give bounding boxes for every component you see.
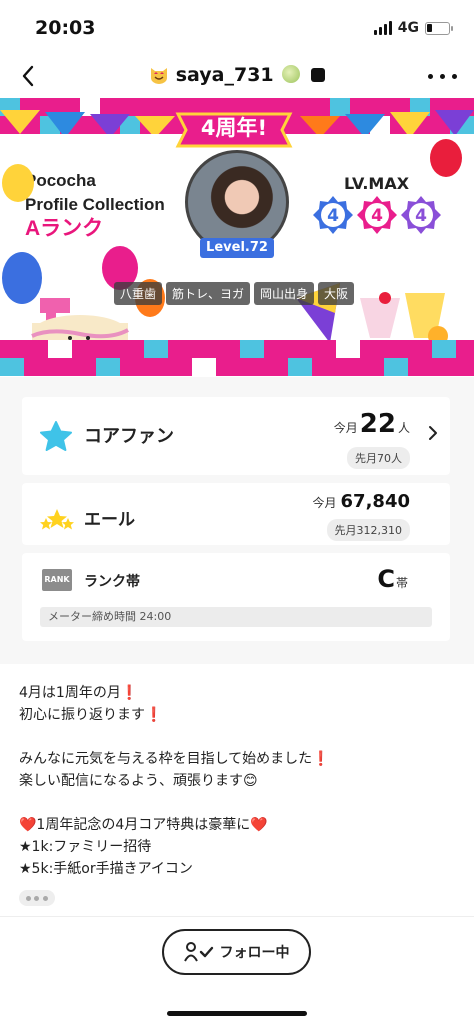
bio-line: ★1k:ファミリー招待 (19, 839, 152, 855)
tag-chip: 大阪 (318, 282, 355, 305)
yell-count: 67,840 (340, 491, 410, 512)
rank-band-label: ランク帯 (84, 574, 140, 590)
stars-icon (40, 509, 74, 530)
star-icon (40, 421, 72, 451)
bio-line: 初心に振り返ります❗️ (19, 707, 163, 723)
core-fan-label: コアファン (84, 426, 174, 447)
chevron-right-icon (429, 426, 437, 440)
status-right: 4G (373, 20, 453, 36)
follow-button[interactable]: フォロー中 (162, 929, 311, 975)
more-dot-icon (439, 73, 445, 79)
tag-list: 八重歯 筋トレ、ヨガ 岡山出身 大阪 (114, 282, 355, 305)
this-month-prefix: 今月 (312, 496, 337, 510)
person-check-icon (183, 942, 213, 962)
dot-icon (43, 895, 49, 901)
more-dot-icon (427, 73, 433, 79)
melon-icon (282, 65, 301, 83)
network-label: 4G (397, 20, 419, 36)
username: saya_731 (175, 64, 274, 86)
rank-band-card: RANK ランク帯 C 帯 メーター締め時間 24:00 (22, 553, 450, 641)
verified-icon (310, 68, 325, 82)
more-dot-icon (451, 73, 457, 79)
bio-line: みんなに元気を与える枠を目指して始めました❗️ (19, 751, 330, 767)
core-fan-card[interactable]: コアファン 今月 22 人 先月70人 (22, 397, 450, 475)
core-fan-count: 22 (359, 409, 396, 439)
last-month-pill: 先月70人 (347, 447, 410, 469)
dot-icon (34, 895, 40, 901)
nav-bar: saya_731 (0, 54, 474, 98)
bio-line: 楽しい配信になるよう、頑張ります😊 (19, 773, 258, 789)
expand-bio-button[interactable] (19, 890, 55, 906)
bio-line: 4月は1周年の月❗️ (19, 685, 139, 701)
stats-section: コアファン 今月 22 人 先月70人 エール 今月 67,840 先月312,… (0, 377, 474, 664)
tag-chip: 八重歯 (114, 282, 163, 305)
balloons-decoration (2, 139, 462, 351)
last-month-pill: 先月312,310 (326, 519, 410, 541)
yell-card: エール 今月 67,840 先月312,310 (22, 483, 450, 545)
more-button[interactable] (424, 64, 460, 88)
core-fan-value: 今月 22 人 (334, 409, 410, 439)
battery-icon (425, 21, 453, 35)
status-time: 20:03 (35, 17, 96, 39)
bio-text: 4月は1周年の月❗️ 初心に振り返ります❗️ みんなに元気を与える枠を目指して始… (19, 682, 459, 880)
profile-banner: 4周年! Pococha Profile Collection Aランク Lev… (0, 98, 474, 376)
meter-bar: メーター締め時間 24:00 (40, 607, 432, 627)
bio-line (19, 792, 459, 814)
bio-line: ❤️1周年記念の4月コア特典は豪華に❤️ (19, 817, 268, 833)
tag-chip: 岡山出身 (254, 282, 315, 305)
bio-line: ★5k:手紙or手描きアイコン (19, 861, 193, 877)
follow-label: フォロー中 (219, 945, 290, 961)
rank-icon: RANK (42, 569, 72, 591)
home-indicator (167, 1011, 307, 1016)
yell-value: 今月 67,840 (313, 491, 410, 512)
cat-face-icon (151, 68, 168, 84)
banner-bottom-strip (0, 340, 474, 376)
rank-suffix: 帯 (395, 576, 408, 590)
footer-bar: フォロー中 (0, 916, 474, 1024)
tag-chip: 筋トレ、ヨガ (166, 282, 251, 305)
yell-label: エール (84, 510, 135, 530)
bio-line (19, 726, 459, 748)
nav-title: saya_731 (0, 64, 474, 86)
rank-letter: C (377, 565, 395, 593)
this-month-prefix: 今月 (333, 421, 358, 435)
rank-band-value: C 帯 (377, 565, 408, 593)
status-bar: 20:03 4G (0, 0, 474, 54)
core-fan-unit: 人 (397, 421, 410, 435)
signal-icon (373, 21, 392, 35)
dot-icon (25, 895, 31, 901)
